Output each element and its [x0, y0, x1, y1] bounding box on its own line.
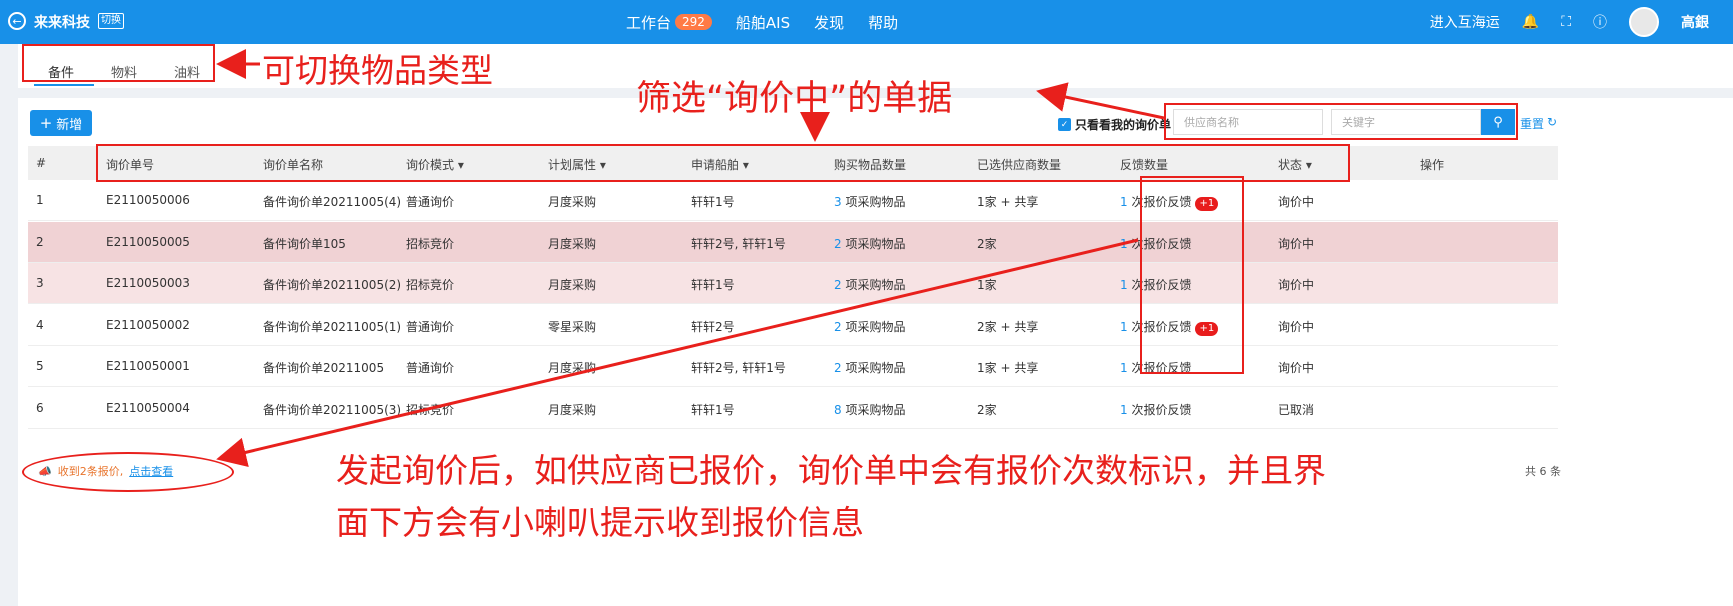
annotation-arrows: [216, 49, 1165, 468]
arrow-search: [1036, 82, 1165, 120]
arrow-notify: [216, 238, 1139, 468]
